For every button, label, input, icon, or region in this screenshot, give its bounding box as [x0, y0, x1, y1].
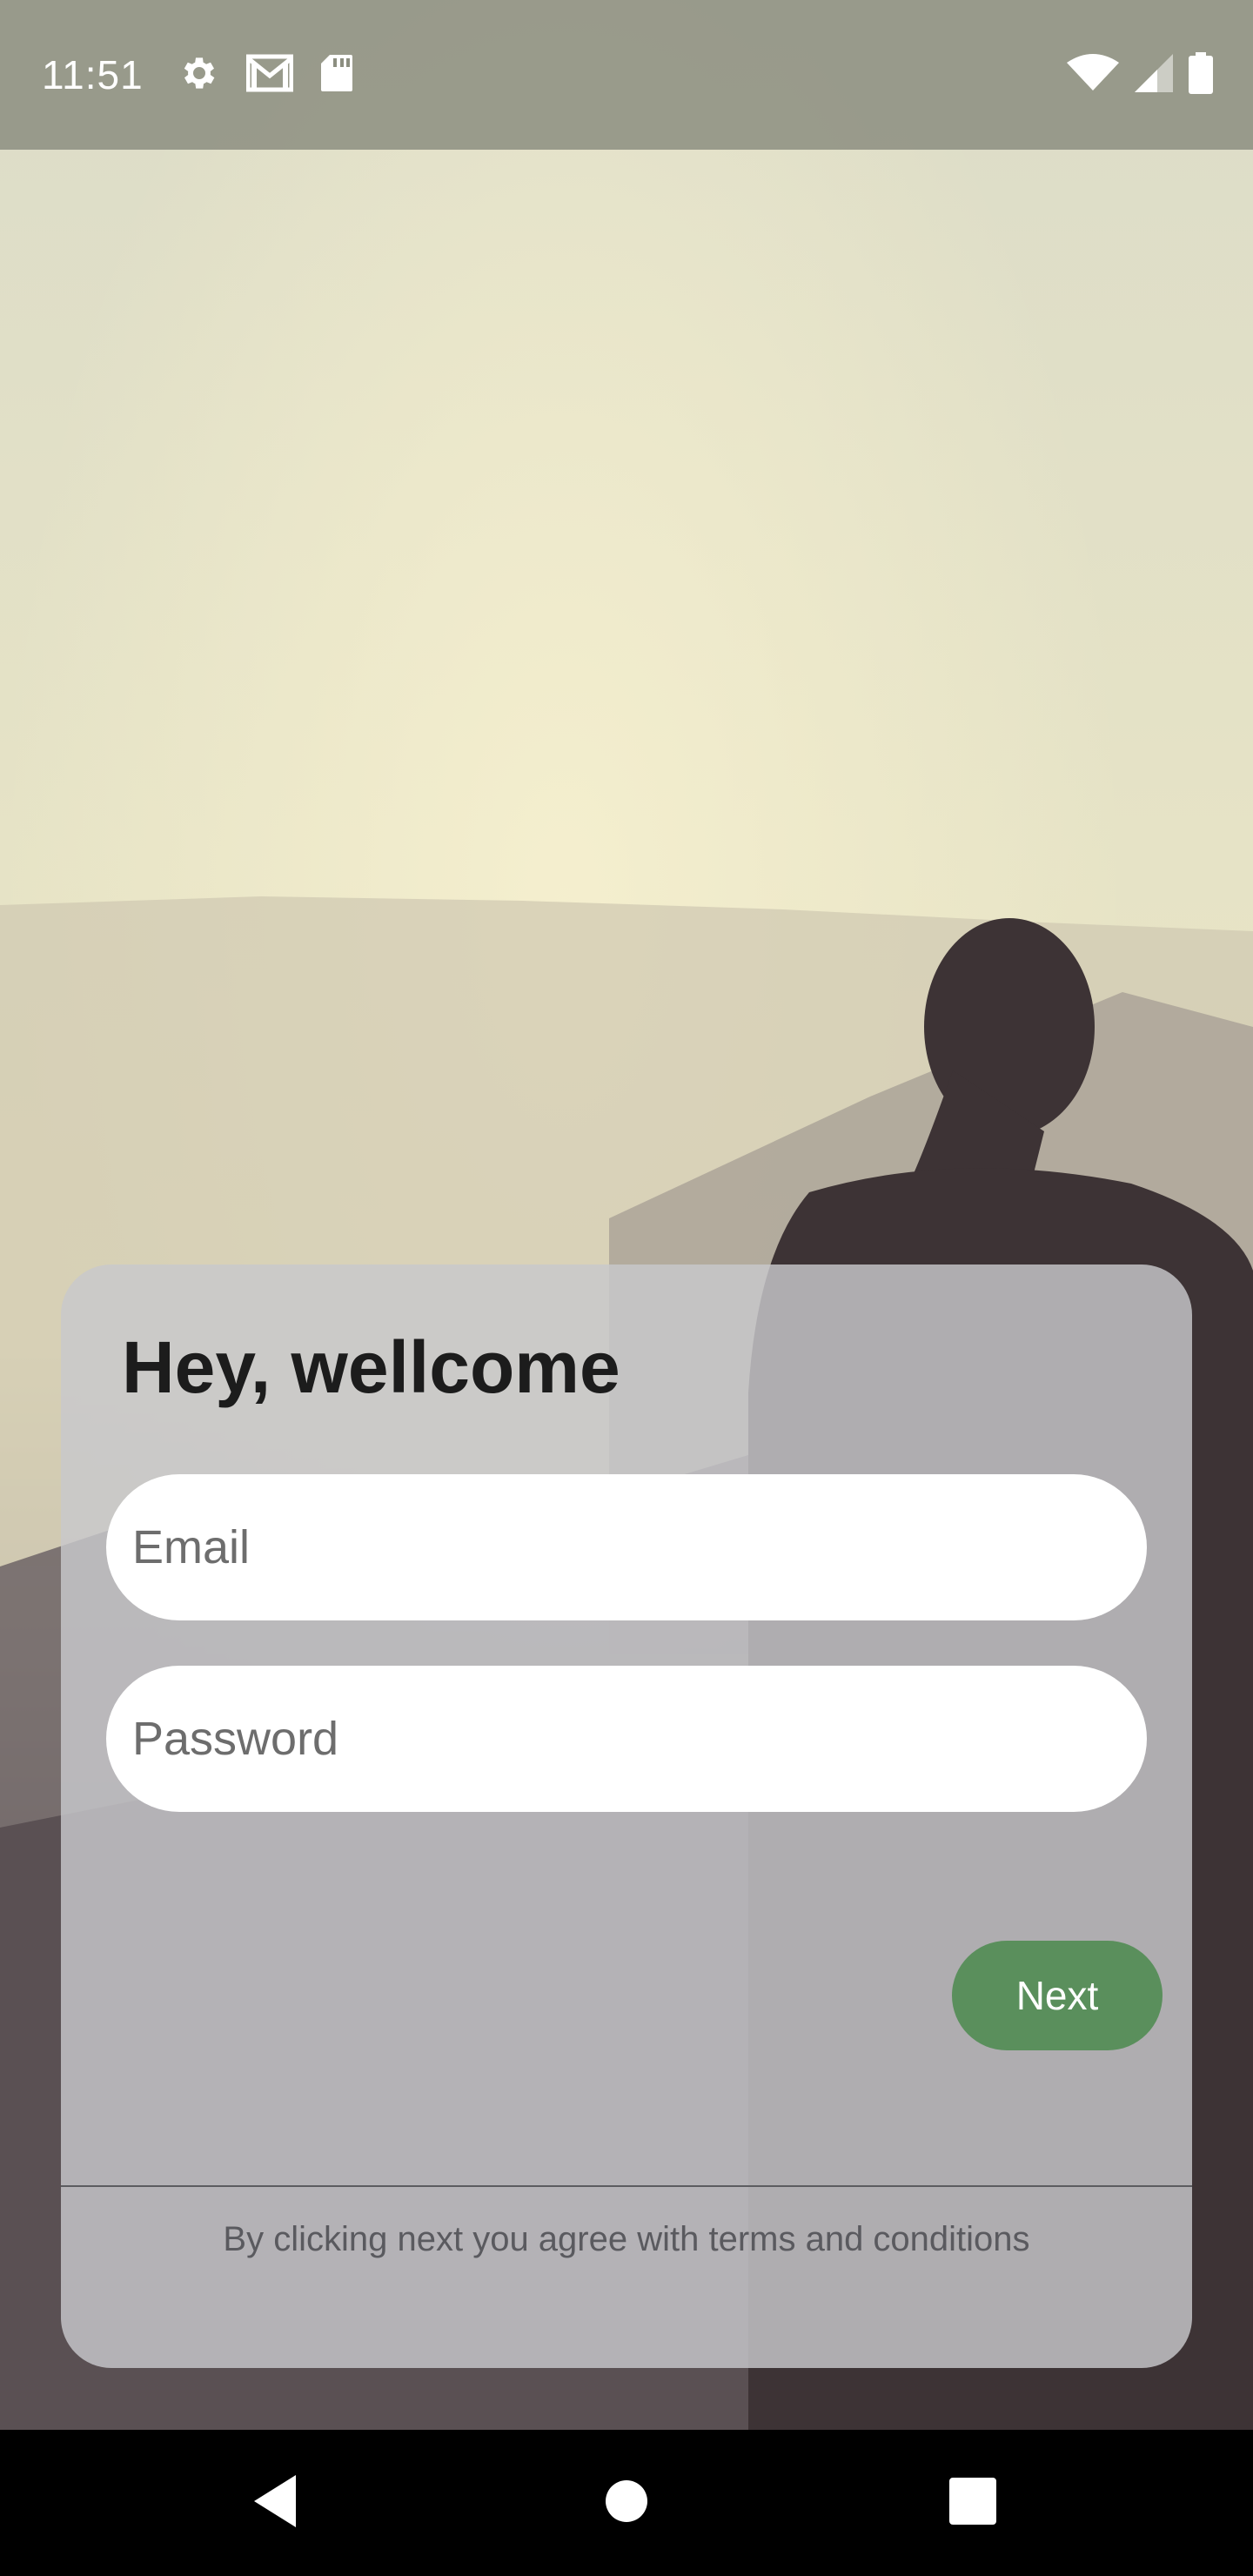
gear-icon — [178, 52, 220, 98]
status-bar: 11:51 — [0, 0, 1253, 150]
cell-signal-icon — [1135, 53, 1173, 97]
gmail-icon — [245, 53, 294, 97]
recents-icon — [949, 2477, 996, 2529]
sd-card-icon — [319, 53, 354, 97]
email-field[interactable] — [106, 1474, 1147, 1620]
password-field[interactable] — [106, 1666, 1147, 1812]
card-divider — [61, 2185, 1192, 2187]
back-button[interactable] — [207, 2430, 346, 2576]
battery-icon — [1189, 51, 1213, 98]
status-time: 11:51 — [42, 52, 144, 97]
recents-button[interactable] — [903, 2430, 1042, 2576]
wifi-icon — [1067, 53, 1119, 97]
page-title: Hey, wellcome — [122, 1326, 620, 1408]
navigation-bar — [0, 2430, 1253, 2576]
terms-text: By clicking next you agree with terms an… — [223, 2220, 1030, 2258]
login-card: Hey, wellcome Next By clicking next you … — [61, 1265, 1192, 2368]
home-icon — [604, 2479, 649, 2528]
home-button[interactable] — [557, 2430, 696, 2576]
back-icon — [254, 2474, 299, 2532]
next-button[interactable]: Next — [952, 1941, 1163, 2050]
